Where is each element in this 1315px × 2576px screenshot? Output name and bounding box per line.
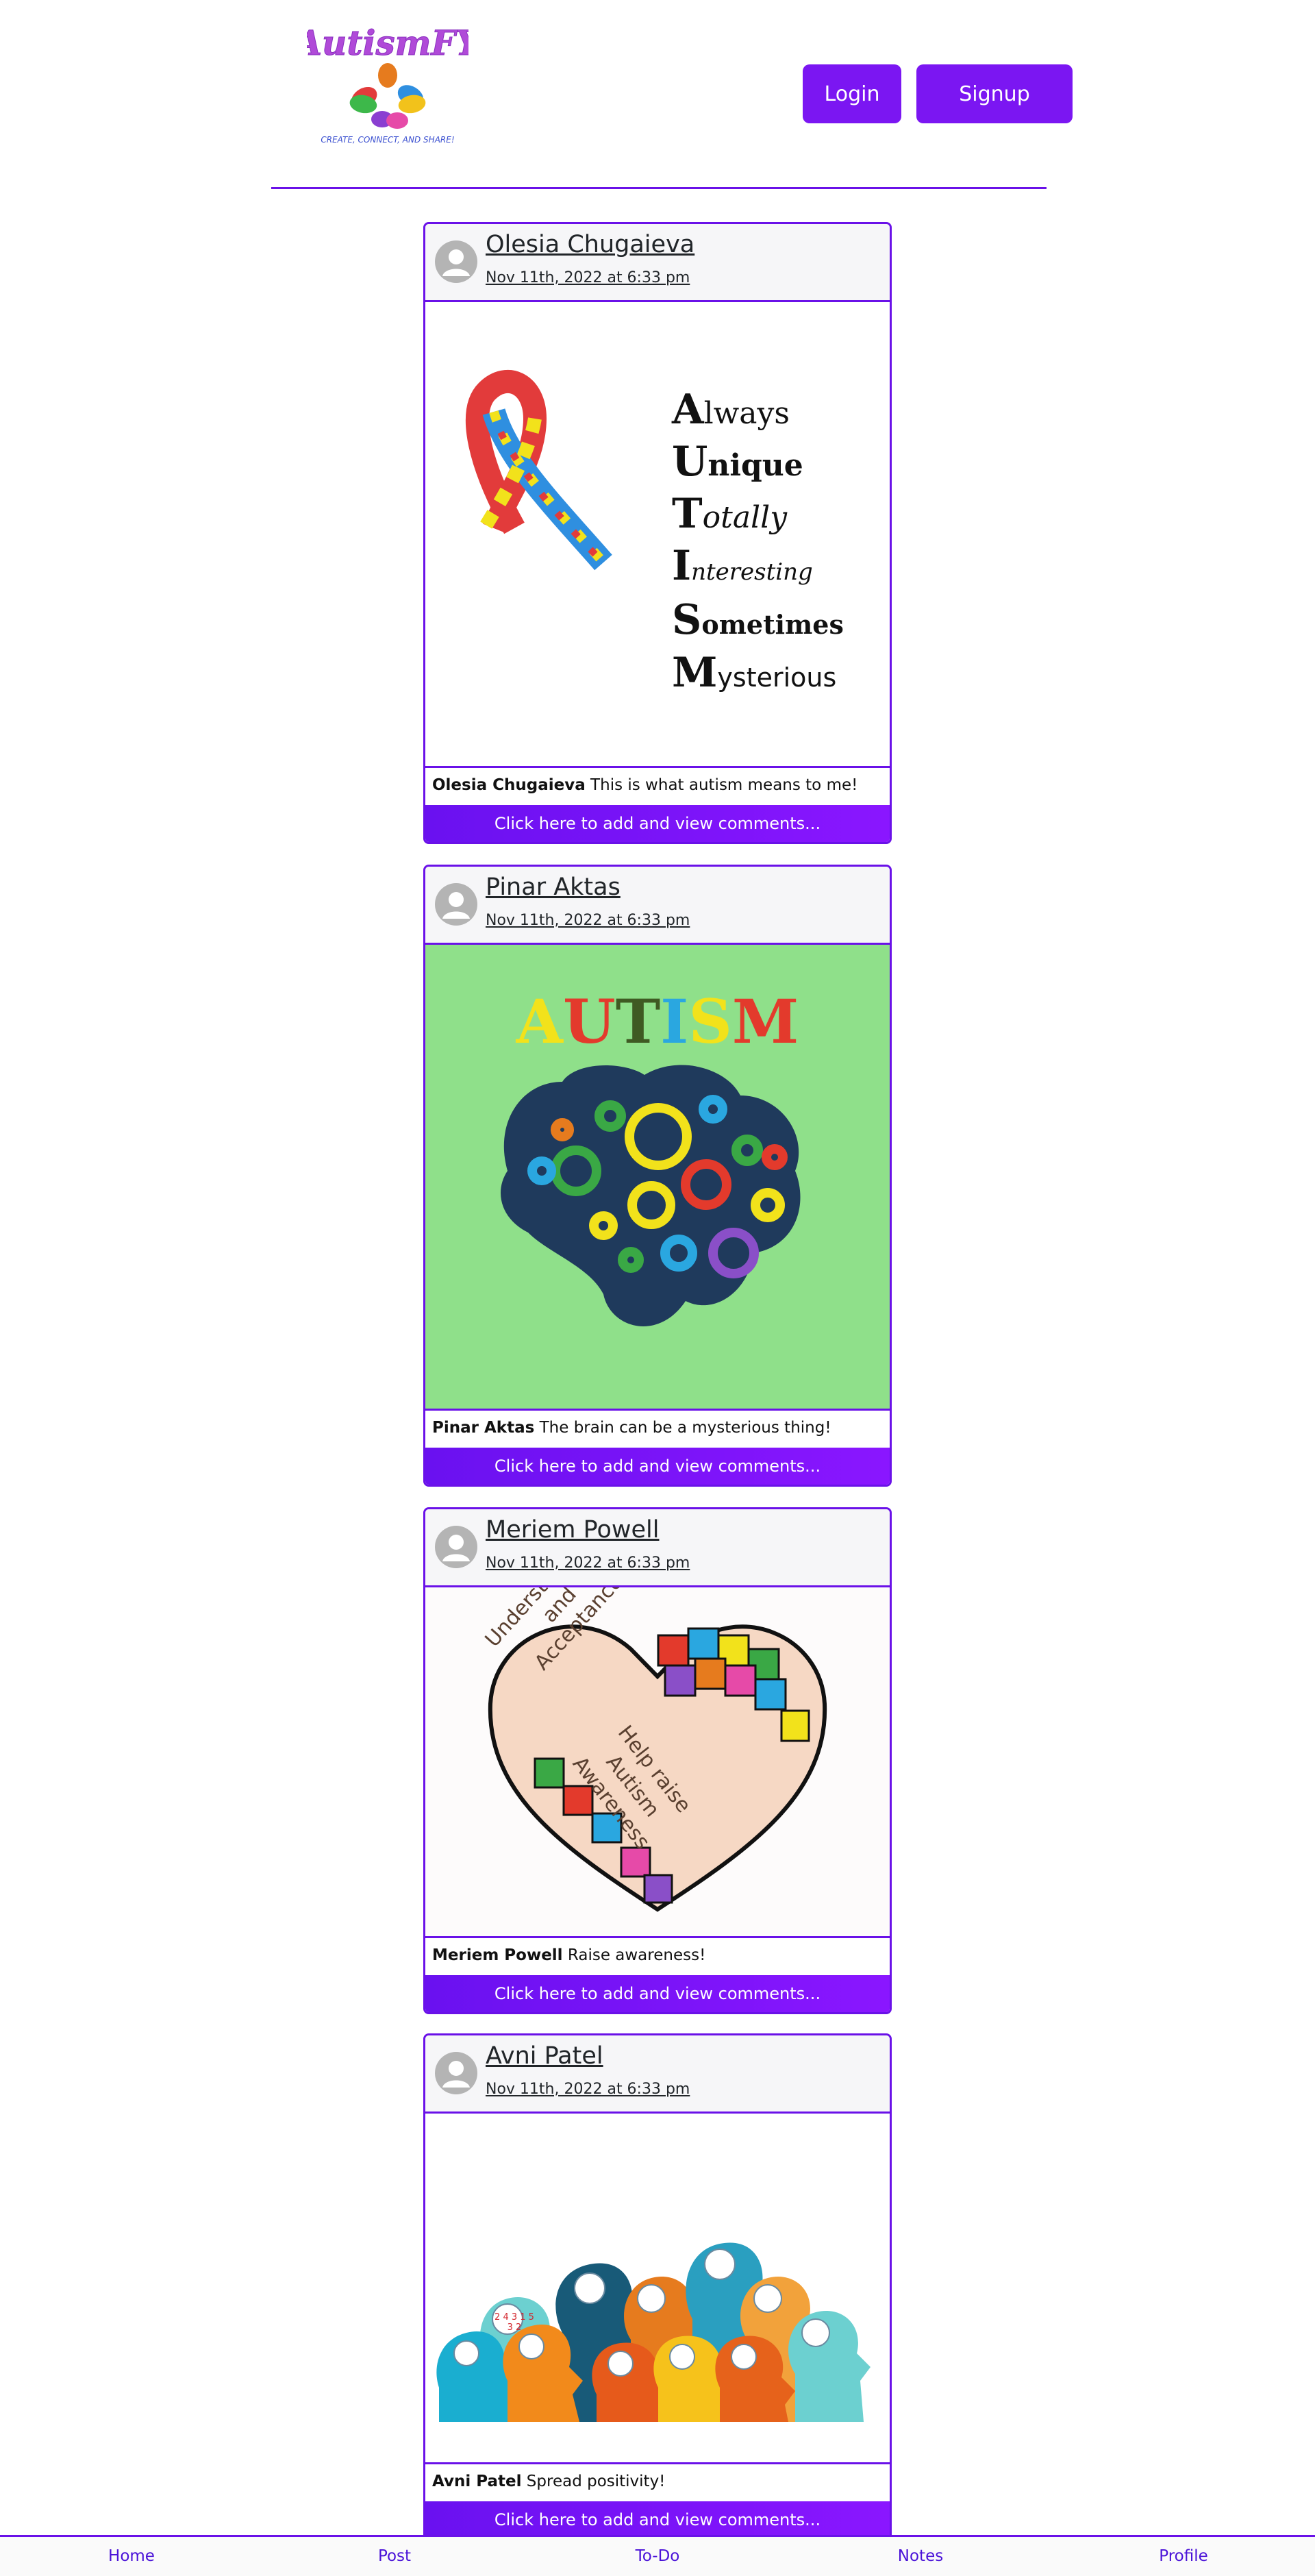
acrostic-line-5: Sometimes [672, 596, 844, 644]
post-caption: Avni Patel Spread positivity! [425, 2464, 890, 2501]
post-image[interactable]: AUTISM [425, 945, 890, 1411]
view-comments-button[interactable]: Click here to add and view comments... [425, 1975, 890, 2012]
post-header: Olesia Chugaieva Nov 11th, 2022 at 6:33 … [425, 224, 890, 302]
acrostic-line-6: Mysterious [672, 649, 837, 697]
caption-author: Olesia Chugaieva [432, 776, 586, 794]
caption-text: This is what autism means to me! [585, 776, 858, 794]
post-header: Pinar Aktas Nov 11th, 2022 at 6:33 pm [425, 867, 890, 945]
post-header: Avni Patel Nov 11th, 2022 at 6:33 pm [425, 2035, 890, 2114]
acrostic-line-1: Always [672, 386, 790, 434]
nav-home[interactable]: Home [0, 2537, 263, 2576]
nav-todo[interactable]: To-Do [526, 2537, 789, 2576]
post-card: Pinar Aktas Nov 11th, 2022 at 6:33 pm AU… [423, 865, 892, 1487]
acrostic-line-2: Unique [672, 438, 803, 486]
bottom-nav: Home Post To-Do Notes Profile [0, 2535, 1315, 2576]
post-author-link[interactable]: Pinar Aktas [486, 874, 621, 901]
post-date-link[interactable]: Nov 11th, 2022 at 6:33 pm [486, 1555, 690, 1572]
caption-author: Pinar Aktas [432, 1419, 535, 1437]
nav-post[interactable]: Post [263, 2537, 526, 2576]
post-card: Olesia Chugaieva Nov 11th, 2022 at 6:33 … [423, 222, 892, 844]
signup-button[interactable]: Signup [916, 64, 1073, 123]
post-image[interactable]: Understanding and Acceptance Help raise … [425, 1587, 890, 1938]
post-date-link[interactable]: Nov 11th, 2022 at 6:33 pm [486, 269, 690, 286]
head-silhouettes-icon [436, 2242, 871, 2422]
view-comments-button[interactable]: Click here to add and view comments... [425, 2501, 890, 2538]
avatar[interactable] [435, 883, 477, 926]
head-numbers: 2 4 3 1 5 3 2 [494, 2312, 534, 2333]
brain-gears-icon [501, 1065, 801, 1327]
caption-author: Meriem Powell [432, 1946, 563, 1964]
view-comments-button[interactable]: Click here to add and view comments... [425, 805, 890, 842]
post-image[interactable]: Always Unique Totally Interesting Someti… [425, 302, 890, 768]
acrostic-line-3: Totally [672, 490, 788, 538]
avatar[interactable] [435, 240, 477, 283]
svg-text:CREATE, CONNECT, AND SHARE!: CREATE, CONNECT, AND SHARE! [321, 135, 454, 145]
caption-text: Raise awareness! [562, 1946, 706, 1964]
avatar[interactable] [435, 2052, 477, 2094]
post-author-link[interactable]: Avni Patel [486, 2042, 603, 2070]
post-header: Meriem Powell Nov 11th, 2022 at 6:33 pm [425, 1509, 890, 1587]
hands-icon [349, 63, 426, 129]
post-caption: Meriem Powell Raise awareness! [425, 1938, 890, 1975]
autismfy-logo[interactable]: AutismFY CREATE, CONNECT, AND SHARE! [292, 19, 484, 149]
caption-text: The brain can be a mysterious thing! [534, 1419, 831, 1437]
view-comments-button[interactable]: Click here to add and view comments... [425, 1448, 890, 1485]
caption-author: Avni Patel [432, 2473, 522, 2490]
site-header: AutismFY CREATE, CONNECT, AND SHARE! Log… [271, 0, 1073, 189]
post-caption: Pinar Aktas The brain can be a mysteriou… [425, 1411, 890, 1448]
nav-notes[interactable]: Notes [789, 2537, 1052, 2576]
logo-wordmark: AutismFY [307, 23, 468, 63]
post-author-link[interactable]: Meriem Powell [486, 1516, 659, 1544]
nav-profile[interactable]: Profile [1052, 2537, 1315, 2576]
avatar[interactable] [435, 1526, 477, 1568]
post-date-link[interactable]: Nov 11th, 2022 at 6:33 pm [486, 2081, 690, 2098]
post-date-link[interactable]: Nov 11th, 2022 at 6:33 pm [486, 912, 690, 929]
post-image[interactable]: 2 4 3 1 5 3 2 [425, 2114, 890, 2464]
acrostic-line-4: Interesting [672, 542, 813, 590]
post-card: Avni Patel Nov 11th, 2022 at 6:33 pm 2 4… [423, 2033, 892, 2540]
post-card: Meriem Powell Nov 11th, 2022 at 6:33 pm [423, 1507, 892, 2014]
login-button[interactable]: Login [803, 64, 901, 123]
post-caption: Olesia Chugaieva This is what autism mea… [425, 768, 890, 805]
post-author-link[interactable]: Olesia Chugaieva [486, 231, 694, 258]
caption-text: Spread positivity! [521, 2473, 666, 2490]
